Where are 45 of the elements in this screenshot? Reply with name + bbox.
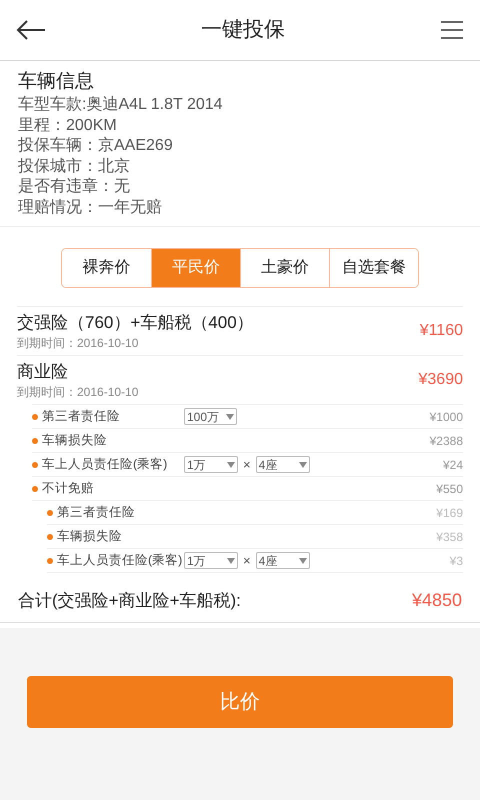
caret-icon — [298, 462, 307, 468]
caret-icon — [226, 414, 234, 420]
policy-price: ¥3690 — [418, 370, 463, 390]
coverage-name: 第三者责任险 — [42, 408, 121, 426]
coverage-price: ¥550 — [436, 480, 463, 498]
coverage-name: 车辆损失险 — [42, 432, 108, 450]
caret-icon — [227, 558, 235, 564]
coverage-name: 车辆损失险 — [57, 528, 123, 546]
coverage-price: ¥3 — [450, 552, 463, 570]
page-title: 一键投保 — [201, 17, 285, 44]
info-line: 投保城市：北京 — [18, 156, 131, 176]
coverage-name: 车上人员责任险(乘客) — [57, 552, 184, 570]
menu-icon[interactable] — [440, 20, 464, 40]
info-line: 里程：200KM — [18, 116, 118, 136]
total-label: 合计(交强险+商业险+车船税): — [18, 590, 241, 612]
dropdown[interactable]: 4座 — [256, 552, 310, 569]
dropdown[interactable]: 1万 — [184, 456, 238, 473]
plan-tab[interactable]: 自选套餐 — [329, 249, 418, 287]
policy-price: ¥1160 — [420, 321, 463, 341]
back-arrow-icon[interactable] — [16, 20, 46, 40]
coverage-name: 车上人员责任险(乘客) — [42, 456, 168, 474]
coverage-name: 第三者责任险 — [57, 504, 136, 522]
dropdown[interactable]: 4座 — [256, 456, 310, 473]
coverage-name: 不计免赔 — [42, 480, 95, 498]
info-line: 车型车款:奥迪A4L 1.8T 2014 — [18, 95, 224, 115]
info-line: 是否有违章：无 — [18, 177, 131, 197]
coverage-price: ¥358 — [436, 528, 463, 546]
dropdown[interactable]: 100万 — [184, 408, 237, 425]
total-amount: ¥4850 — [412, 589, 462, 612]
info-line: 理赔情况：一年无赔 — [18, 198, 163, 218]
coverage-price: ¥169 — [436, 504, 463, 522]
expiry-date: 到期时间：2016-10-10 — [17, 384, 138, 400]
caret-icon — [298, 558, 307, 564]
policy-name: 交强险（760）+车船税（400） — [17, 312, 254, 334]
dropdown[interactable]: 1万 — [184, 552, 238, 569]
coverage-price: ¥2388 — [430, 432, 463, 450]
policy-name: 商业险 — [17, 361, 69, 383]
caret-icon — [227, 462, 235, 468]
expiry-date: 到期时间：2016-10-10 — [17, 335, 140, 351]
coverage-price: ¥24 — [442, 456, 463, 474]
multiply-sign: × — [243, 552, 251, 570]
coverage-price: ¥1000 — [430, 408, 463, 426]
section-title: 车辆信息 — [18, 70, 95, 94]
multiply-sign: × — [243, 456, 251, 474]
info-line: 投保车辆：京AAE269 — [18, 136, 174, 156]
